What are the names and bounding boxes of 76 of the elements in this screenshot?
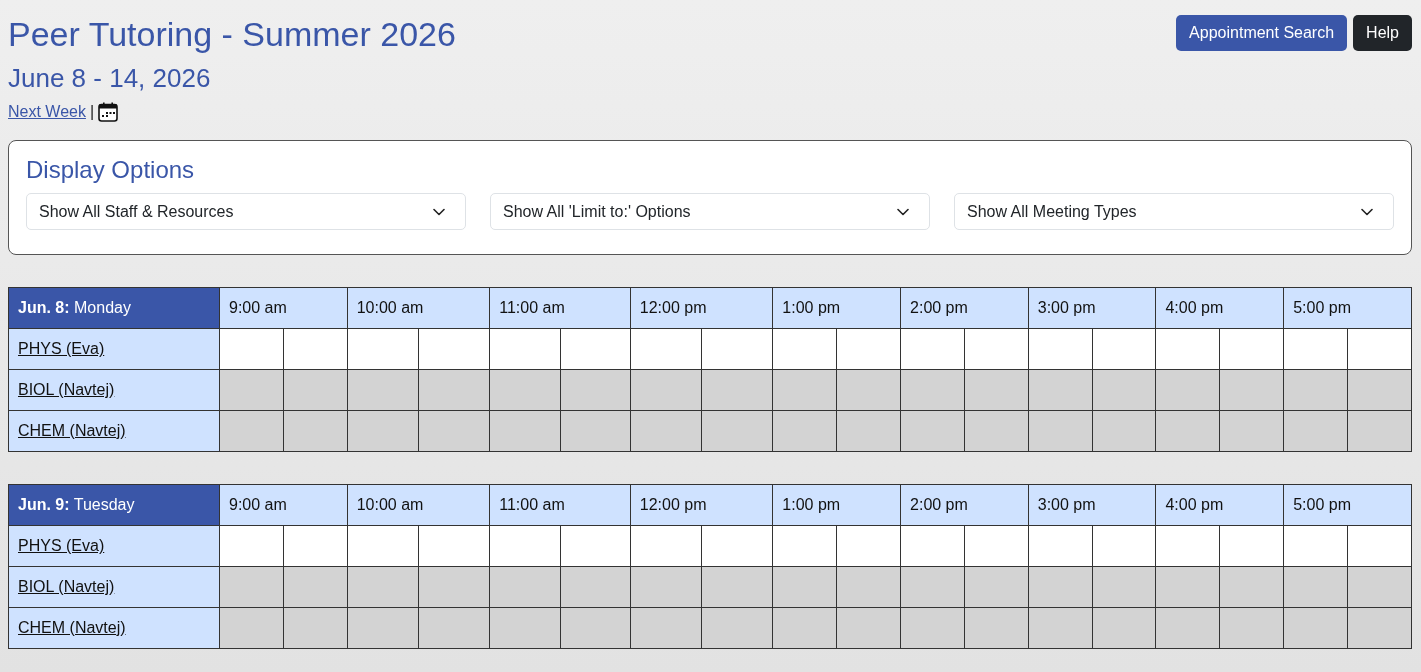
- tutor-link[interactable]: PHYS (Eva): [18, 340, 105, 357]
- time-header-cell: 4:00 pm: [1155, 287, 1284, 329]
- time-header-cell: 5:00 pm: [1283, 287, 1412, 329]
- page-title: Peer Tutoring - Summer 2026: [8, 14, 456, 55]
- tutor-link[interactable]: CHEM (Navtej): [18, 422, 126, 439]
- chevron-down-icon: [897, 207, 909, 216]
- time-slot-cell[interactable]: [1219, 525, 1284, 567]
- chevron-down-icon: [433, 207, 445, 216]
- filter-dropdown[interactable]: Show All 'Limit to:' Options: [490, 193, 930, 230]
- time-slot-cell[interactable]: [964, 525, 1029, 567]
- panel-heading: Display Options: [26, 155, 196, 184]
- time-slot-cell[interactable]: [1092, 328, 1156, 370]
- day-header-cell: Jun. 9: Tuesday: [8, 484, 220, 526]
- help-button[interactable]: Help: [1353, 15, 1412, 51]
- time-header-cell: 5:00 pm: [1283, 484, 1412, 526]
- tutor-link[interactable]: CHEM (Navtej): [18, 619, 126, 636]
- time-slot-cell[interactable]: [1028, 328, 1093, 370]
- tutor-link[interactable]: PHYS (Eva): [18, 537, 105, 554]
- time-slot-cell[interactable]: [900, 328, 965, 370]
- time-slot-cell[interactable]: [964, 328, 1029, 370]
- time-slot-cell[interactable]: [1219, 328, 1284, 370]
- time-slot-cell[interactable]: [283, 328, 348, 370]
- time-slot-cell[interactable]: [418, 525, 490, 567]
- time-slot-cell[interactable]: [1155, 525, 1220, 567]
- time-header-cell: 1:00 pm: [772, 287, 901, 329]
- time-header-cell: 9:00 am: [219, 484, 348, 526]
- time-header-cell: 1:00 pm: [772, 484, 901, 526]
- time-slot-cell[interactable]: [1283, 525, 1348, 567]
- time-header-cell: 12:00 pm: [630, 484, 773, 526]
- time-slot-cell[interactable]: [701, 328, 773, 370]
- time-slot-cell[interactable]: [630, 328, 702, 370]
- time-header-cell: 10:00 am: [347, 287, 490, 329]
- time-slot-cell[interactable]: [418, 328, 490, 370]
- time-slot-cell[interactable]: [347, 328, 419, 370]
- separator-text: |: [89, 103, 95, 121]
- time-slot-cell[interactable]: [283, 525, 348, 567]
- time-header-cell: 9:00 am: [219, 287, 348, 329]
- day-header-cell: Jun. 8: Monday: [8, 287, 220, 329]
- time-header-cell: 2:00 pm: [900, 484, 1029, 526]
- time-slot-cell[interactable]: [347, 525, 419, 567]
- tutor-link[interactable]: BIOL (Navtej): [18, 578, 115, 595]
- time-slot-cell[interactable]: [489, 328, 560, 370]
- time-slot-cell[interactable]: [836, 525, 901, 567]
- date-range-heading: June 8 - 14, 2026: [8, 63, 212, 94]
- time-slot-cell[interactable]: [630, 525, 702, 567]
- filter-dropdown[interactable]: Show All Staff & Resources: [26, 193, 466, 230]
- time-header-cell: 12:00 pm: [630, 287, 773, 329]
- time-slot-cell[interactable]: [900, 525, 965, 567]
- time-slot-cell[interactable]: [836, 328, 901, 370]
- time-header-cell: 11:00 am: [489, 484, 631, 526]
- time-slot-cell[interactable]: [772, 328, 837, 370]
- time-header-cell: 11:00 am: [489, 287, 631, 329]
- appointment-search-button[interactable]: Appointment Search: [1176, 15, 1348, 51]
- time-slot-cell[interactable]: [1028, 525, 1093, 567]
- time-slot-cell[interactable]: [219, 525, 284, 567]
- time-slot-cell[interactable]: [560, 525, 631, 567]
- time-header-cell: 4:00 pm: [1155, 484, 1284, 526]
- chevron-down-icon: [1361, 207, 1373, 216]
- time-slot-cell[interactable]: [1155, 328, 1220, 370]
- time-slot-cell[interactable]: [1283, 328, 1348, 370]
- time-header-cell: 2:00 pm: [900, 287, 1029, 329]
- time-header-cell: 10:00 am: [347, 484, 490, 526]
- time-slot-cell[interactable]: [560, 328, 631, 370]
- time-slot-cell[interactable]: [701, 525, 773, 567]
- calendar-icon[interactable]: [98, 102, 119, 122]
- filter-dropdown[interactable]: Show All Meeting Types: [954, 193, 1394, 230]
- time-header-cell: 3:00 pm: [1028, 484, 1156, 526]
- time-slot-cell[interactable]: [219, 328, 284, 370]
- time-header-cell: 3:00 pm: [1028, 287, 1156, 329]
- tutor-link[interactable]: BIOL (Navtej): [18, 381, 115, 398]
- time-slot-cell[interactable]: [772, 525, 837, 567]
- next-week-link[interactable]: Next Week: [8, 103, 86, 121]
- time-slot-cell[interactable]: [1347, 328, 1412, 370]
- time-slot-cell[interactable]: [1347, 525, 1412, 567]
- time-slot-cell[interactable]: [1092, 525, 1156, 567]
- time-slot-cell[interactable]: [489, 525, 560, 567]
